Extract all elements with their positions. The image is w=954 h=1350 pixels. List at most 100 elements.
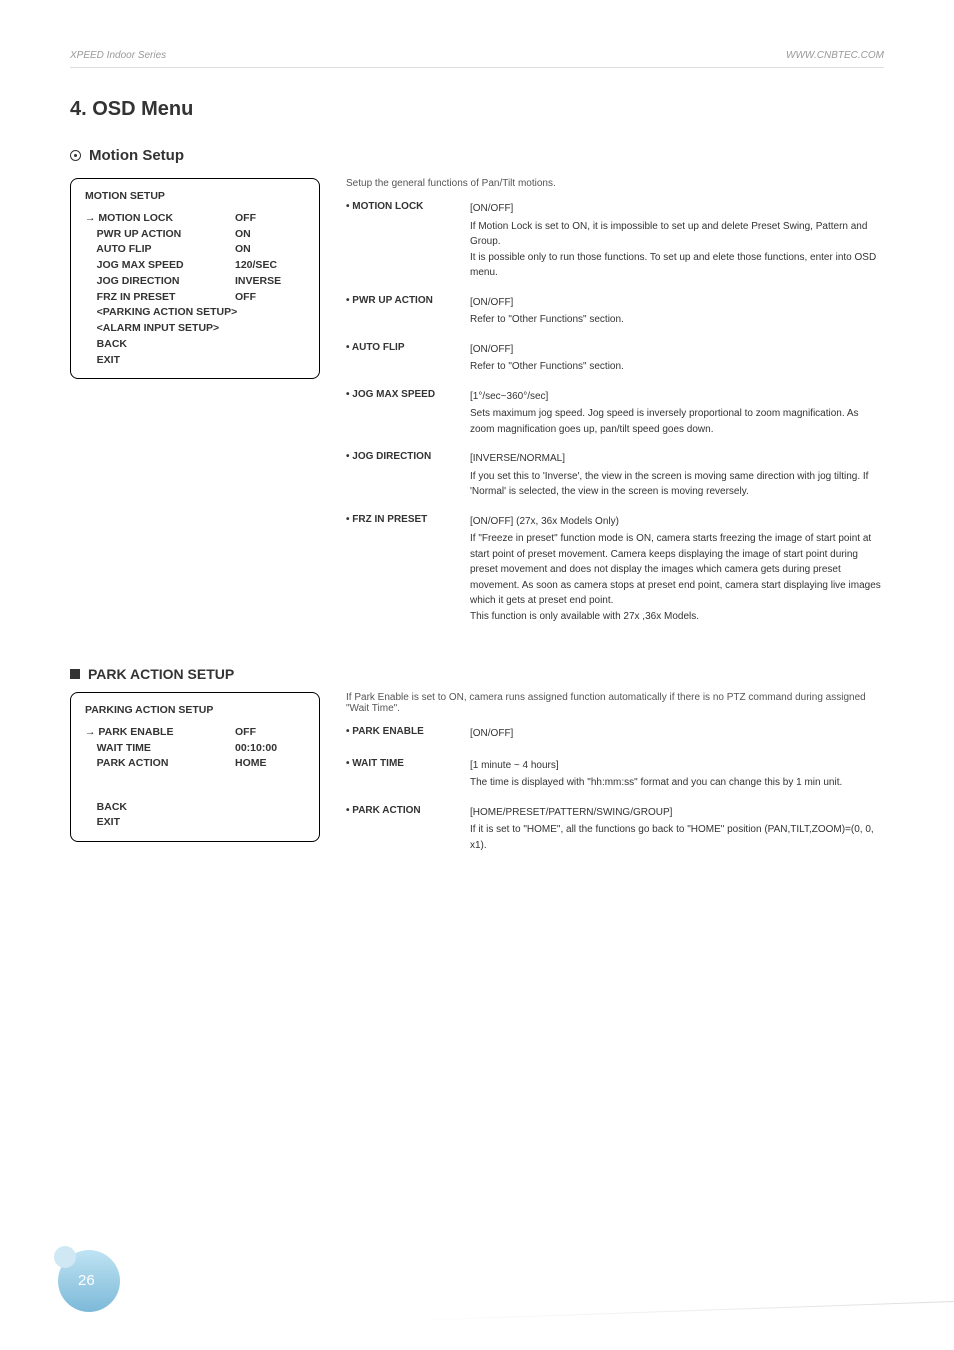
param-body-line: This function is only available with 27x… — [470, 609, 884, 625]
osd-row-value: ON — [235, 242, 305, 258]
page-title: 4. OSD Menu — [70, 98, 884, 121]
osd-row-key: EXIT — [85, 815, 235, 831]
osd-row-value: OFF — [235, 725, 305, 741]
osd-row: → PARK ENABLEOFF — [85, 725, 305, 741]
section-park-action-heading: PARK ACTION SETUP — [70, 666, 884, 682]
osd-row-value — [235, 800, 305, 816]
section-motion-setup-heading: Motion Setup — [70, 147, 884, 164]
osd-row-value — [235, 815, 305, 831]
param-label: • JOG DIRECTION — [346, 451, 456, 500]
motion-setup-intro: Setup the general functions of Pan/Tilt … — [346, 178, 884, 189]
osd-row: FRZ IN PRESETOFF — [85, 290, 305, 306]
param-body-line: If you set this to 'Inverse', the view i… — [470, 469, 884, 500]
param-body-line: The time is displayed with "hh:mm:ss" fo… — [470, 775, 842, 791]
osd-row-key: PWR UP ACTION — [85, 227, 235, 243]
osd-row-value: OFF — [235, 290, 305, 306]
param-desc: [ON/OFF]Refer to "Other Functions" secti… — [470, 295, 624, 328]
square-bullet-icon — [70, 669, 80, 679]
osd-row: EXIT — [85, 815, 305, 831]
osd-row: WAIT TIME00:10:00 — [85, 741, 305, 757]
param-desc: [1 minute ~ 4 hours]The time is displaye… — [470, 758, 842, 791]
param-item: • FRZ IN PRESET[ON/OFF] (27x, 36x Models… — [346, 514, 884, 625]
param-item: • PARK ACTION [HOME/PRESET/PATTERN/SWING/… — [346, 805, 884, 854]
osd-row-key: <PARKING ACTION SETUP> — [85, 305, 235, 321]
osd-row-value — [235, 337, 305, 353]
header-left: XPEED Indoor Series — [70, 50, 166, 61]
param-item: • WAIT TIME [1 minute ~ 4 hours]The time … — [346, 758, 884, 791]
param-label: • PWR UP ACTION — [346, 295, 456, 328]
param-options: [ON/OFF] — [470, 295, 624, 311]
osd-row-key: BACK — [85, 337, 235, 353]
param-options: [1 minute ~ 4 hours] — [470, 758, 842, 774]
param-item: • JOG DIRECTION [INVERSE/NORMAL] If you se… — [346, 451, 884, 500]
osd-row-key: <ALARM INPUT SETUP> — [85, 321, 235, 337]
osd-row: BACK — [85, 800, 305, 816]
osd-row: JOG MAX SPEED120/SEC — [85, 258, 305, 274]
osd-row-value: INVERSE — [235, 274, 305, 290]
param-options: [ON/OFF] (27x, 36x Models Only) — [470, 514, 884, 530]
param-desc: [1°/sec~360°/sec]Sets maximum jog speed.… — [470, 389, 884, 438]
param-item: • JOG MAX SPEED [1°/sec~360°/sec]Sets max… — [346, 389, 884, 438]
param-label: • AUTO FLIP — [346, 342, 456, 375]
param-options: [HOME/PRESET/PATTERN/SWING/GROUP] — [470, 805, 884, 821]
park-action-intro: If Park Enable is set to ON, camera runs… — [346, 692, 884, 714]
param-body-line: If "Freeze in preset" function mode is O… — [470, 531, 884, 609]
param-item: • MOTION LOCK [ON/OFF] If Motion Lock is s… — [346, 201, 884, 281]
osd-row: JOG DIRECTIONINVERSE — [85, 274, 305, 290]
param-desc: [HOME/PRESET/PATTERN/SWING/GROUP]If it i… — [470, 805, 884, 854]
param-desc: [ON/OFF] — [470, 726, 513, 744]
param-body-line: If it is set to "HOME", all the function… — [470, 822, 884, 853]
osd-row-key: → MOTION LOCK — [85, 211, 235, 227]
param-body-line: Refer to "Other Functions" section. — [470, 359, 624, 375]
bullet-icon — [70, 150, 81, 161]
osd-row-value — [235, 321, 305, 337]
osd-row: <PARKING ACTION SETUP> — [85, 305, 305, 321]
page-number-badge: 26 — [58, 1250, 122, 1314]
param-label: • MOTION LOCK — [346, 201, 456, 281]
param-options: [ON/OFF] — [470, 342, 624, 358]
page-header: XPEED Indoor Series WWW.CNBTEC.COM — [70, 50, 884, 68]
osd-title: MOTION SETUP — [85, 189, 305, 205]
osd-row-key: EXIT — [85, 353, 235, 369]
osd-row: AUTO FLIPON — [85, 242, 305, 258]
param-desc: [INVERSE/NORMAL] If you set this to 'Inve… — [470, 451, 884, 500]
param-body-line: If Motion Lock is set to ON, it is impos… — [470, 219, 884, 250]
osd-motion-setup-box: MOTION SETUP → MOTION LOCKOFF PWR UP ACT… — [70, 178, 320, 379]
param-label: • PARK ENABLE — [346, 726, 456, 744]
section-heading-text: Motion Setup — [89, 147, 184, 164]
osd-row-value — [235, 353, 305, 369]
osd-row-value: ON — [235, 227, 305, 243]
osd-row-key: JOG DIRECTION — [85, 274, 235, 290]
param-item: • AUTO FLIP [ON/OFF]Refer to "Other Funct… — [346, 342, 884, 375]
osd-row-key: BACK — [85, 800, 235, 816]
param-desc: [ON/OFF] (27x, 36x Models Only)If "Freez… — [470, 514, 884, 625]
param-desc: [ON/OFF]Refer to "Other Functions" secti… — [470, 342, 624, 375]
osd-row-key: AUTO FLIP — [85, 242, 235, 258]
header-right: WWW.CNBTEC.COM — [786, 50, 884, 61]
page-number: 26 — [78, 1272, 95, 1289]
osd-row-key: WAIT TIME — [85, 741, 235, 757]
osd-row: PWR UP ACTIONON — [85, 227, 305, 243]
param-label: • JOG MAX SPEED — [346, 389, 456, 438]
osd-row-key: PARK ACTION — [85, 756, 235, 772]
osd-row-key: JOG MAX SPEED — [85, 258, 235, 274]
param-options: [INVERSE/NORMAL] — [470, 451, 884, 467]
param-options: [ON/OFF] — [470, 201, 884, 217]
section2-heading-text: PARK ACTION SETUP — [88, 666, 234, 682]
osd-row: <ALARM INPUT SETUP> — [85, 321, 305, 337]
osd-row-value — [235, 305, 305, 321]
param-label: • WAIT TIME — [346, 758, 456, 791]
osd-row: BACK — [85, 337, 305, 353]
osd2-title: PARKING ACTION SETUP — [85, 703, 305, 719]
osd-row-key: → PARK ENABLE — [85, 725, 235, 741]
osd-row: → MOTION LOCKOFF — [85, 211, 305, 227]
osd-row-value: HOME — [235, 756, 305, 772]
param-body-line: Sets maximum jog speed. Jog speed is inv… — [470, 406, 884, 437]
param-label: • PARK ACTION — [346, 805, 456, 854]
osd-row-key: FRZ IN PRESET — [85, 290, 235, 306]
param-body-line: Refer to "Other Functions" section. — [470, 312, 624, 328]
param-desc: [ON/OFF] If Motion Lock is set to ON, it … — [470, 201, 884, 281]
decorative-line — [394, 1301, 954, 1322]
osd-row-value: 120/SEC — [235, 258, 305, 274]
osd-row: EXIT — [85, 353, 305, 369]
